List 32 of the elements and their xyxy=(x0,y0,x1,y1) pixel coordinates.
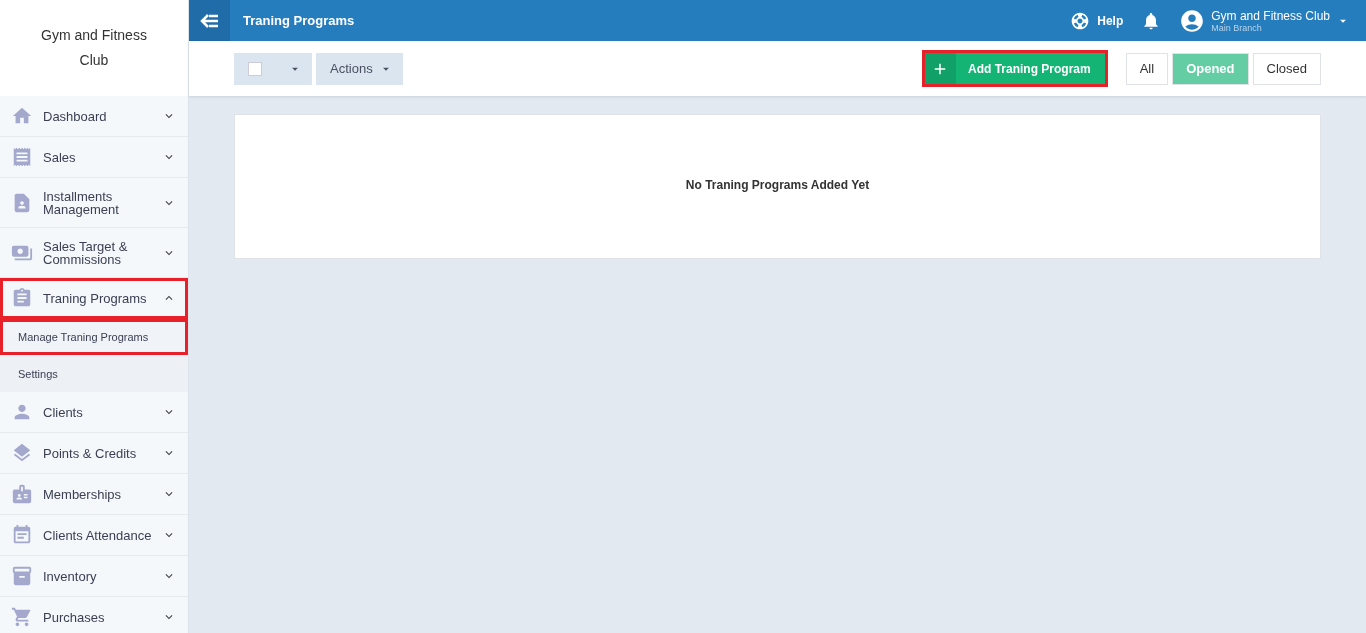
help-icon xyxy=(1070,10,1091,31)
filter-tab[interactable]: Closed xyxy=(1252,52,1321,85)
checkbox[interactable] xyxy=(248,61,262,76)
clipboard-icon xyxy=(11,287,33,309)
layers-icon xyxy=(11,442,33,464)
brand-name: Gym and Fitness Club xyxy=(40,26,148,70)
calendar-icon xyxy=(11,524,33,546)
collapse-menu-button[interactable] xyxy=(189,0,230,41)
id-card-icon xyxy=(11,483,33,505)
box-icon xyxy=(11,565,33,587)
sidebar-item[interactable]: Installments Management xyxy=(0,178,188,228)
sidebar-item[interactable]: Points & Credits xyxy=(0,433,188,474)
sidebar-item[interactable]: Clients Attendance xyxy=(0,515,188,556)
filter-tab[interactable]: All xyxy=(1125,52,1169,85)
sidebar-item[interactable]: Sales xyxy=(0,137,188,178)
empty-message: No Traning Programs Added Yet xyxy=(685,178,870,192)
cart-icon xyxy=(11,606,33,628)
sidebar-item[interactable]: Dashboard xyxy=(0,96,188,137)
page-title: Traning Programs xyxy=(243,13,356,28)
submenu-item[interactable]: Settings xyxy=(0,355,188,392)
avatar-icon xyxy=(1179,7,1206,34)
submenu-item[interactable]: Manage Traning Programs xyxy=(0,319,188,355)
sidebar-item[interactable]: Clients xyxy=(0,392,188,433)
account-menu[interactable]: Gym and Fitness Club Main Branch xyxy=(1179,7,1350,34)
sidebar-item[interactable]: Purchases xyxy=(0,597,188,633)
receipt-icon xyxy=(11,146,33,168)
sidebar-item[interactable]: Traning Programs xyxy=(0,278,188,319)
help-link[interactable]: Help xyxy=(1070,10,1124,31)
back-arrow-icon xyxy=(199,12,220,29)
sidebar-item[interactable]: Inventory xyxy=(0,556,188,597)
actions-dropdown[interactable]: Actions xyxy=(316,52,403,85)
sidebar-item[interactable]: Memberships xyxy=(0,474,188,515)
